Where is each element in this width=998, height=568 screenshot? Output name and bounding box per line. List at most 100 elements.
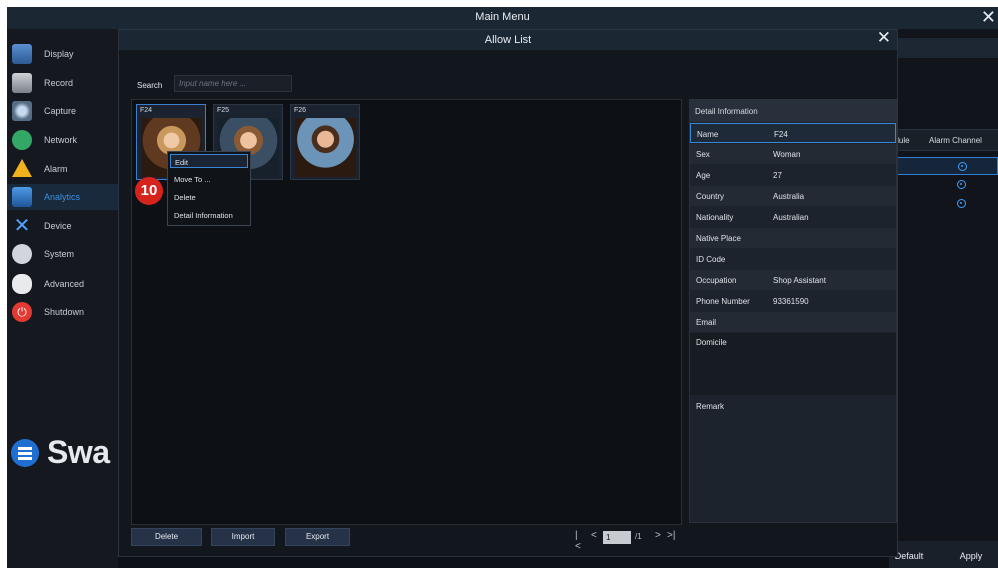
table-header: edule Alarm Channel: [889, 129, 998, 151]
sidebar-item-shutdown[interactable]: ⏻ Shutdown: [7, 299, 118, 325]
last-page-icon[interactable]: >|: [667, 530, 675, 541]
detail-row-occupation[interactable]: Occupation Shop Assistant: [690, 270, 896, 290]
sidebar-item-device[interactable]: ✕ Device: [7, 213, 118, 239]
sidebar-item-advanced[interactable]: Advanced: [7, 271, 118, 297]
field-label: Remark: [696, 402, 725, 411]
radio-icon[interactable]: [957, 180, 966, 189]
remark-field[interactable]: Remark: [690, 397, 896, 522]
face-id: F26: [294, 107, 307, 114]
main-menu-window: Main Menu ✕ Display Record Capture Netwo…: [7, 7, 998, 568]
field-value: F24: [774, 130, 788, 139]
table-row[interactable]: [889, 157, 998, 175]
menu-item-edit[interactable]: Edit: [170, 154, 248, 168]
sidebar-item-label: Capture: [44, 106, 77, 116]
sidebar-item-capture[interactable]: Capture: [7, 98, 118, 124]
field-label: Sex: [696, 150, 710, 159]
detail-title: Detail Information: [695, 107, 758, 116]
close-icon[interactable]: ✕: [981, 7, 996, 27]
menu-item-move-to[interactable]: Move To ...: [170, 172, 248, 186]
dialog-footer: Delete Import Export |< < 1 /1 > >|: [131, 528, 897, 554]
search-input[interactable]: Input name here ...: [174, 75, 292, 92]
sidebar-item-system[interactable]: System: [7, 241, 118, 267]
export-button[interactable]: Export: [285, 528, 350, 546]
field-label: Phone Number: [696, 297, 750, 306]
sidebar-item-alarm[interactable]: Alarm: [7, 156, 118, 182]
face-id: F25: [217, 107, 230, 114]
step-badge: 10: [135, 177, 163, 205]
detail-panel: Detail Information Name F24 Sex Woman Ag…: [689, 99, 897, 523]
delete-button[interactable]: Delete: [131, 528, 202, 546]
face-photo: [295, 118, 356, 177]
radio-icon[interactable]: [958, 162, 967, 171]
prev-page-icon[interactable]: <: [591, 530, 597, 541]
column-header: Alarm Channel: [929, 136, 982, 145]
close-icon[interactable]: ✕: [877, 28, 891, 48]
sidebar-item-label: Advanced: [44, 279, 85, 289]
detail-row-sex[interactable]: Sex Woman: [690, 144, 896, 164]
detail-row-native-place[interactable]: Native Place: [690, 228, 896, 248]
sidebar: Display Record Capture Network Alarm Ana…: [7, 29, 118, 568]
field-label: Occupation: [696, 276, 737, 285]
first-page-icon[interactable]: |<: [575, 530, 581, 552]
domicile-field[interactable]: Domicile: [690, 333, 896, 395]
face-card-f26[interactable]: F26: [290, 104, 360, 180]
detail-row-country[interactable]: Country Australia: [690, 186, 896, 206]
context-menu: Edit Move To ... Delete Detail Informati…: [167, 151, 251, 226]
table-row[interactable]: [889, 176, 998, 194]
import-button[interactable]: Import: [211, 528, 275, 546]
detail-row-email[interactable]: Email: [690, 312, 896, 332]
advanced-icon: [12, 274, 32, 294]
field-label: Domicile: [696, 338, 727, 347]
capture-icon: [12, 101, 32, 121]
field-label: Nationality: [696, 213, 734, 222]
field-label: Age: [696, 171, 711, 180]
menu-item-delete[interactable]: Delete: [170, 190, 248, 204]
field-value: Australian: [773, 213, 809, 222]
detail-row-age[interactable]: Age 27: [690, 165, 896, 185]
apply-button[interactable]: Apply: [951, 546, 991, 566]
sidebar-item-label: Analytics: [44, 192, 81, 202]
detail-row-nationality[interactable]: Nationality Australian: [690, 207, 896, 227]
field-value: Shop Assistant: [773, 276, 826, 285]
record-icon: [12, 73, 32, 93]
radio-icon[interactable]: [957, 199, 966, 208]
sidebar-item-display[interactable]: Display: [7, 41, 118, 67]
menu-item-detail-information[interactable]: Detail Information: [170, 208, 248, 222]
field-label: Country: [696, 192, 725, 201]
detail-row-id-code[interactable]: ID Code: [690, 249, 896, 269]
sidebar-item-analytics[interactable]: Analytics: [7, 184, 118, 210]
sidebar-item-label: Shutdown: [44, 307, 85, 317]
sidebar-item-record[interactable]: Record: [7, 70, 118, 96]
brand-logo: Swa: [11, 434, 121, 474]
title-bar: Main Menu ✕: [7, 7, 998, 29]
alarm-icon: [12, 159, 32, 177]
dialog-title: Allow List: [484, 34, 532, 46]
page-total: /1: [635, 532, 642, 541]
page-input[interactable]: 1: [603, 531, 631, 544]
sidebar-item-label: Device: [44, 221, 72, 231]
field-label: Native Place: [696, 234, 741, 243]
field-value: Australia: [773, 192, 805, 201]
background-header: [889, 38, 998, 58]
next-page-icon[interactable]: >: [655, 530, 661, 541]
sidebar-item-label: Display: [44, 49, 74, 59]
logo-text: Swa: [47, 434, 110, 470]
search-label: Search: [137, 81, 163, 90]
table-row[interactable]: [889, 195, 998, 213]
shutdown-icon: ⏻: [12, 302, 32, 322]
field-value: 27: [773, 171, 782, 180]
sidebar-item-network[interactable]: Network: [7, 127, 118, 153]
detail-row-phone-number[interactable]: Phone Number 93361590: [690, 291, 896, 311]
system-icon: [12, 244, 32, 264]
allow-list-dialog: Allow List ✕ Search Input name here ... …: [118, 28, 898, 557]
field-value: 93361590: [773, 297, 809, 306]
analytics-icon: [12, 187, 32, 207]
background-panel: edule Alarm Channel Default Apply: [889, 29, 998, 568]
field-label: Name: [697, 130, 719, 139]
field-label: ID Code: [696, 255, 726, 264]
device-icon: ✕: [13, 215, 31, 237]
logo-icon: [11, 439, 39, 467]
detail-row-name[interactable]: Name F24: [690, 123, 896, 143]
field-label: Email: [696, 318, 717, 327]
face-id: F24: [140, 107, 153, 114]
